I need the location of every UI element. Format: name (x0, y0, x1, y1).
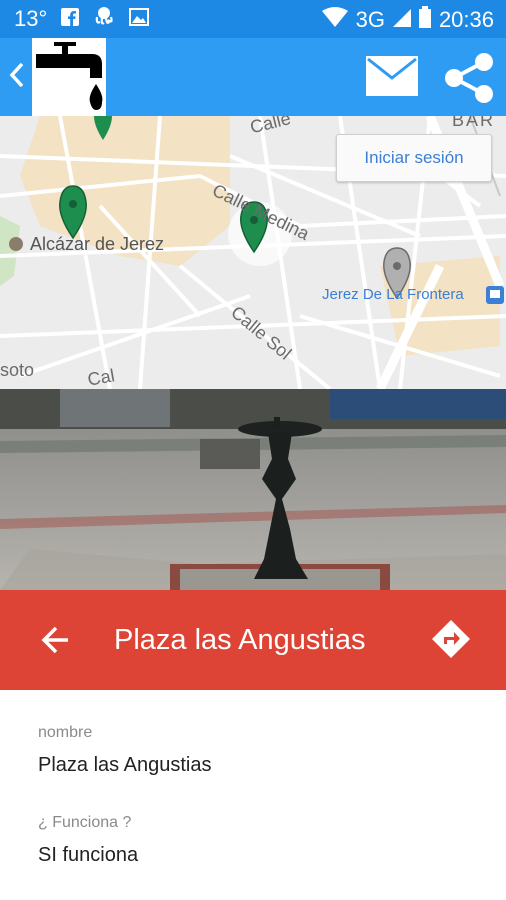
water-tap-logo (32, 38, 106, 116)
map-view[interactable]: Alcázar de Jerez Calle Medina Calle Sol … (0, 116, 506, 389)
octopus-icon (93, 6, 115, 32)
funciona-label: ¿ Funciona ? (38, 814, 132, 831)
fountain-photo (0, 389, 506, 590)
place-header: Plaza las Angustias (0, 590, 506, 690)
battery-icon (418, 6, 431, 34)
image-icon (129, 6, 150, 32)
back-chevron-icon[interactable] (8, 60, 26, 90)
share-icon[interactable] (442, 50, 496, 106)
network-type: 3G (355, 7, 385, 32)
signal-icon (392, 7, 411, 33)
map-label-bar: BAR (452, 116, 496, 130)
place-title: Plaza las Angustias (114, 624, 366, 656)
map-label-jerez-frontera: Jerez De La Frontera (322, 286, 464, 303)
temperature: 13° (14, 6, 48, 31)
mail-icon[interactable] (366, 56, 418, 96)
wifi-icon (321, 7, 348, 33)
facebook-icon (61, 6, 80, 32)
map-label-calle-bottom: Cal (86, 365, 117, 389)
status-bar: 13° 3G 20:36 (0, 0, 506, 38)
clock: 20:36 (438, 7, 494, 32)
map-label-soto: soto (0, 360, 35, 380)
app-bar (0, 38, 506, 116)
nombre-label: nombre (38, 724, 93, 741)
map-label-alcazar: Alcázar de Jerez (30, 234, 165, 254)
back-arrow-icon[interactable] (40, 624, 72, 656)
login-button[interactable]: Iniciar sesión (336, 134, 492, 182)
directions-icon[interactable] (430, 618, 472, 660)
details-panel: nombre Plaza las Angustias ¿ Funciona ? … (0, 690, 506, 900)
funciona-value: SI funciona (38, 844, 139, 866)
nombre-value: Plaza las Angustias (38, 754, 212, 776)
